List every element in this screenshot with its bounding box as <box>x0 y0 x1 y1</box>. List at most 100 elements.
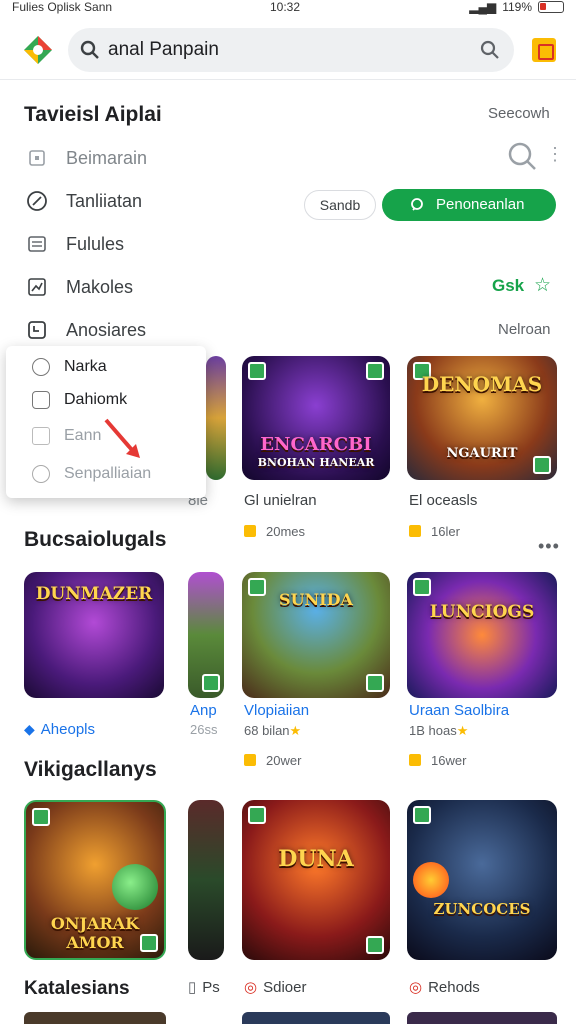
store-logo-icon[interactable] <box>22 34 54 66</box>
play-badge-icon <box>366 936 384 954</box>
rating-badge-icon <box>409 754 421 766</box>
next-row-peek <box>242 1012 390 1024</box>
pin-icon: ◎ <box>244 979 258 996</box>
play-badge-icon <box>248 362 266 380</box>
play-badge-icon <box>366 362 384 380</box>
popup-item-label: Dahiomk <box>64 391 128 408</box>
secondary-link[interactable]: Nelroan <box>498 321 551 338</box>
top-bar <box>0 22 576 80</box>
search-submit-icon[interactable] <box>478 38 502 62</box>
card-meta-text: 1B hoas <box>409 723 457 738</box>
card-title-text: Ps <box>202 979 220 996</box>
card-subtitle: 16ler <box>409 524 460 539</box>
popup-item-1[interactable]: Narka <box>32 354 107 380</box>
pointer-cursor-icon <box>104 418 140 458</box>
card-title: Uraan Saolbira <box>409 702 510 719</box>
menu-item-5[interactable]: Anosiares <box>24 315 146 345</box>
menu-item-1[interactable]: Beimarain <box>24 143 147 173</box>
card-title: ◆ Aheopls <box>24 721 95 738</box>
menu-item-3[interactable]: Fulules <box>24 229 124 259</box>
search-bar[interactable] <box>68 28 514 72</box>
card-title: ▯ Ps <box>188 978 220 996</box>
popup-item-3[interactable]: Eann <box>32 423 101 449</box>
card-subtitle-text: 16wer <box>431 753 467 768</box>
menu-item-label: Beimarain <box>66 147 148 168</box>
status-right: ▂▄▆ 119% <box>469 0 564 14</box>
card-meta: 26ss <box>190 722 218 737</box>
menu-item-2[interactable]: Tanliiatan <box>24 186 142 216</box>
more-horiz-icon[interactable]: ••• <box>538 536 560 557</box>
game-card-partial[interactable] <box>188 572 224 698</box>
document-icon: ▯ <box>188 979 197 996</box>
star-icon: ★ <box>456 723 469 738</box>
search-icon[interactable] <box>506 140 538 172</box>
menu-item-4[interactable]: Makoles <box>24 272 133 302</box>
section-title-3: Vikigacllanys <box>24 758 157 781</box>
game-card[interactable]: DENOMAS NGAURIT <box>407 356 557 480</box>
globe-icon <box>32 465 50 483</box>
play-badge-icon <box>32 808 50 826</box>
search-input[interactable] <box>108 36 448 64</box>
game-card-partial[interactable] <box>188 800 224 960</box>
heart-icon <box>32 358 50 376</box>
card-title-text: Rehods <box>428 979 480 996</box>
menu-item-label: Fulules <box>66 233 125 254</box>
card-subtitle-text: 20mes <box>266 524 306 539</box>
card-title: Gl unielran <box>244 492 317 509</box>
status-time: 10:32 <box>270 0 301 14</box>
see-more-link[interactable]: Seecowh <box>488 105 550 122</box>
battery-percent: 119% <box>502 0 532 14</box>
game-card[interactable]: ENCARCBI BNOHAN HANEAR <box>242 356 390 480</box>
edit-icon <box>32 427 50 445</box>
popup-item-label: Narka <box>64 358 107 375</box>
play-badge-icon <box>413 578 431 596</box>
card-title: Anp <box>190 702 217 719</box>
menu-item-label: Tanliiatan <box>66 190 143 211</box>
context-popup-menu: Narka Dahiomk Eann Senpalliaian <box>6 346 206 498</box>
rating-badge-icon <box>409 525 421 537</box>
game-card[interactable]: LUNCIOGS <box>407 572 557 698</box>
fireball-art <box>413 862 449 898</box>
card-title: Vlopiaiian <box>244 702 310 719</box>
game-art-title: ZUNCOCES <box>433 900 531 918</box>
popup-item-2[interactable]: Dahiomk <box>32 387 127 413</box>
section-title-2: Bucsaiolugals <box>24 528 167 551</box>
orb-art <box>112 864 158 910</box>
filter-chip[interactable]: Sandb <box>304 190 376 220</box>
card-subtitle-text: 20wer <box>266 753 302 768</box>
card-meta-text: 68 bilan <box>244 723 290 738</box>
popup-item-4[interactable]: Senpalliaian <box>32 461 151 487</box>
card-title-text: Sdioer <box>263 979 307 996</box>
primary-chip-button[interactable]: Penoneanlan <box>382 189 556 221</box>
account-avatar[interactable] <box>532 38 556 62</box>
game-card[interactable]: SUNIDA <box>242 572 390 698</box>
game-art-title: SUNIDA <box>279 590 353 609</box>
battery-icon <box>538 1 564 13</box>
card-title: El oceasls <box>409 492 478 509</box>
card-title: ◎ Sdioer <box>244 978 306 996</box>
message-icon <box>32 391 50 409</box>
menu-item-label: Makoles <box>66 276 134 297</box>
compass-icon <box>24 188 50 214</box>
rating-text: Gsk <box>492 276 525 295</box>
rating-badge-icon <box>244 754 256 766</box>
more-vert-icon[interactable]: ⋮ <box>546 144 564 165</box>
next-row-peek <box>407 1012 557 1024</box>
star-icon: ★ <box>289 723 302 738</box>
card-subtitle: 16wer <box>409 753 466 768</box>
search-icon <box>80 40 99 59</box>
game-card[interactable]: ZUNCOCES <box>407 800 557 960</box>
bookmark-icon <box>24 145 50 171</box>
card-subtitle: 20wer <box>244 753 301 768</box>
search-icon <box>411 198 423 211</box>
game-card[interactable]: DUNMAZER <box>24 572 164 698</box>
game-art-title: DUNMAZER <box>35 584 153 604</box>
game-art-title: DENOMAS <box>421 372 543 396</box>
game-card-partial[interactable] <box>206 356 226 480</box>
popup-item-label: Eann <box>64 427 102 444</box>
pin-icon: ◎ <box>409 979 423 996</box>
star-outline-icon[interactable]: ☆ <box>534 274 551 297</box>
game-card[interactable]: ONJARAK AMOR <box>24 800 166 960</box>
play-badge-icon <box>202 674 220 692</box>
game-card[interactable]: DUNA <box>242 800 390 960</box>
